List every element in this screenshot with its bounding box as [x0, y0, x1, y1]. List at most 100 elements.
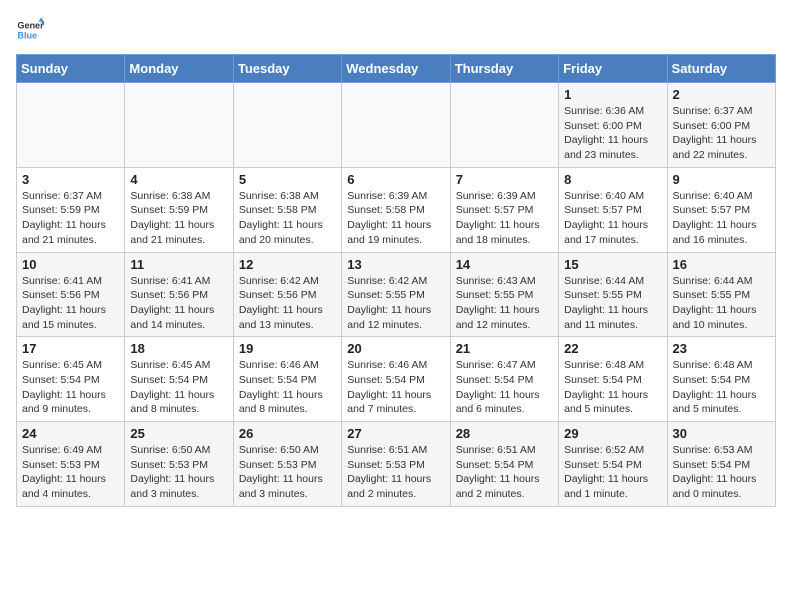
calendar-week-row: 24 Sunrise: 6:49 AM Sunset: 5:53 PM Dayli… [17, 422, 776, 507]
day-number: 12 [239, 257, 336, 272]
calendar-cell: 6Sunrise: 6:39 AM Sunset: 5:58 PM Daylig… [342, 167, 450, 252]
day-header-monday: Monday [125, 55, 233, 83]
calendar-cell: 8Sunrise: 6:40 AM Sunset: 5:57 PM Daylig… [559, 167, 667, 252]
day-number: 27 [347, 426, 444, 441]
calendar-cell: 26 Sunrise: 6:50 AM Sunset: 5:53 PM Dayli… [233, 422, 341, 507]
header: General Blue [16, 16, 776, 44]
calendar-week-row: 17 Sunrise: 6:45 AM Sunset: 5:54 PM Dayli… [17, 337, 776, 422]
day-detail: Sunrise: 6:40 AM Sunset: 5:57 PM Dayligh… [673, 189, 770, 248]
calendar-cell: 28 Sunrise: 6:51 AM Sunset: 5:54 PM Dayli… [450, 422, 558, 507]
calendar-cell: 22Sunrise: 6:48 AM Sunset: 5:54 PM Dayli… [559, 337, 667, 422]
svg-text:Blue: Blue [17, 30, 37, 40]
day-detail: Sunrise: 6:39 AM Sunset: 5:58 PM Dayligh… [347, 189, 444, 248]
day-number: 9 [673, 172, 770, 187]
svg-text:General: General [17, 21, 44, 31]
calendar-cell: 13 Sunrise: 6:42 AM Sunset: 5:55 PM Dayli… [342, 252, 450, 337]
calendar-cell: 21 Sunrise: 6:47 AM Sunset: 5:54 PM Dayli… [450, 337, 558, 422]
calendar-cell: 19Sunrise: 6:46 AM Sunset: 5:54 PM Dayli… [233, 337, 341, 422]
day-detail: Sunrise: 6:42 AM Sunset: 5:56 PM Dayligh… [239, 274, 336, 333]
day-number: 13 [347, 257, 444, 272]
calendar-cell: 20Sunrise: 6:46 AM Sunset: 5:54 PM Dayli… [342, 337, 450, 422]
day-number: 10 [22, 257, 119, 272]
day-detail: Sunrise: 6:52 AM Sunset: 5:54 PM Dayligh… [564, 443, 661, 502]
day-detail: Sunrise: 6:44 AM Sunset: 5:55 PM Dayligh… [673, 274, 770, 333]
calendar-cell [233, 83, 341, 168]
calendar-cell: 25Sunrise: 6:50 AM Sunset: 5:53 PM Dayli… [125, 422, 233, 507]
day-number: 16 [673, 257, 770, 272]
day-number: 14 [456, 257, 553, 272]
day-detail: Sunrise: 6:40 AM Sunset: 5:57 PM Dayligh… [564, 189, 661, 248]
logo: General Blue [16, 16, 44, 44]
day-detail: Sunrise: 6:37 AM Sunset: 6:00 PM Dayligh… [673, 104, 770, 163]
calendar-cell: 3 Sunrise: 6:37 AM Sunset: 5:59 PM Daylig… [17, 167, 125, 252]
calendar-cell: 16 Sunrise: 6:44 AM Sunset: 5:55 PM Dayli… [667, 252, 775, 337]
calendar-cell: 12 Sunrise: 6:42 AM Sunset: 5:56 PM Dayli… [233, 252, 341, 337]
day-detail: Sunrise: 6:38 AM Sunset: 5:58 PM Dayligh… [239, 189, 336, 248]
calendar-cell: 29 Sunrise: 6:52 AM Sunset: 5:54 PM Dayli… [559, 422, 667, 507]
day-detail: Sunrise: 6:50 AM Sunset: 5:53 PM Dayligh… [130, 443, 227, 502]
calendar-cell: 17Sunrise: 6:45 AM Sunset: 5:54 PM Dayli… [17, 337, 125, 422]
day-number: 23 [673, 341, 770, 356]
calendar-cell: 1 Sunrise: 6:36 AM Sunset: 6:00 PM Daylig… [559, 83, 667, 168]
calendar-cell: 24 Sunrise: 6:49 AM Sunset: 5:53 PM Dayli… [17, 422, 125, 507]
day-detail: Sunrise: 6:50 AM Sunset: 5:53 PM Dayligh… [239, 443, 336, 502]
day-header-sunday: Sunday [17, 55, 125, 83]
calendar-cell [450, 83, 558, 168]
day-detail: Sunrise: 6:46 AM Sunset: 5:54 PM Dayligh… [347, 358, 444, 417]
day-number: 30 [673, 426, 770, 441]
day-header-tuesday: Tuesday [233, 55, 341, 83]
calendar-week-row: 10 Sunrise: 6:41 AM Sunset: 5:56 PM Dayli… [17, 252, 776, 337]
day-number: 2 [673, 87, 770, 102]
calendar-cell [342, 83, 450, 168]
calendar-cell: 14 Sunrise: 6:43 AM Sunset: 5:55 PM Dayli… [450, 252, 558, 337]
calendar-cell: 2 Sunrise: 6:37 AM Sunset: 6:00 PM Daylig… [667, 83, 775, 168]
day-number: 3 [22, 172, 119, 187]
calendar-cell: 15Sunrise: 6:44 AM Sunset: 5:55 PM Dayli… [559, 252, 667, 337]
calendar: SundayMondayTuesdayWednesdayThursdayFrid… [16, 54, 776, 507]
day-detail: Sunrise: 6:48 AM Sunset: 5:54 PM Dayligh… [564, 358, 661, 417]
calendar-week-row: 3 Sunrise: 6:37 AM Sunset: 5:59 PM Daylig… [17, 167, 776, 252]
logo-icon: General Blue [16, 16, 44, 44]
calendar-cell: 11 Sunrise: 6:41 AM Sunset: 5:56 PM Dayli… [125, 252, 233, 337]
day-header-thursday: Thursday [450, 55, 558, 83]
day-number: 28 [456, 426, 553, 441]
day-detail: Sunrise: 6:38 AM Sunset: 5:59 PM Dayligh… [130, 189, 227, 248]
day-detail: Sunrise: 6:41 AM Sunset: 5:56 PM Dayligh… [22, 274, 119, 333]
day-detail: Sunrise: 6:49 AM Sunset: 5:53 PM Dayligh… [22, 443, 119, 502]
calendar-week-row: 1 Sunrise: 6:36 AM Sunset: 6:00 PM Daylig… [17, 83, 776, 168]
day-detail: Sunrise: 6:53 AM Sunset: 5:54 PM Dayligh… [673, 443, 770, 502]
calendar-cell [125, 83, 233, 168]
day-detail: Sunrise: 6:47 AM Sunset: 5:54 PM Dayligh… [456, 358, 553, 417]
calendar-cell: 7 Sunrise: 6:39 AM Sunset: 5:57 PM Daylig… [450, 167, 558, 252]
day-detail: Sunrise: 6:42 AM Sunset: 5:55 PM Dayligh… [347, 274, 444, 333]
day-detail: Sunrise: 6:45 AM Sunset: 5:54 PM Dayligh… [130, 358, 227, 417]
calendar-cell: 5Sunrise: 6:38 AM Sunset: 5:58 PM Daylig… [233, 167, 341, 252]
day-number: 26 [239, 426, 336, 441]
day-number: 24 [22, 426, 119, 441]
day-detail: Sunrise: 6:51 AM Sunset: 5:53 PM Dayligh… [347, 443, 444, 502]
calendar-cell: 10 Sunrise: 6:41 AM Sunset: 5:56 PM Dayli… [17, 252, 125, 337]
day-detail: Sunrise: 6:51 AM Sunset: 5:54 PM Dayligh… [456, 443, 553, 502]
day-detail: Sunrise: 6:48 AM Sunset: 5:54 PM Dayligh… [673, 358, 770, 417]
day-number: 18 [130, 341, 227, 356]
day-number: 21 [456, 341, 553, 356]
day-header-wednesday: Wednesday [342, 55, 450, 83]
day-number: 11 [130, 257, 227, 272]
day-number: 7 [456, 172, 553, 187]
day-detail: Sunrise: 6:39 AM Sunset: 5:57 PM Dayligh… [456, 189, 553, 248]
calendar-cell: 30 Sunrise: 6:53 AM Sunset: 5:54 PM Dayli… [667, 422, 775, 507]
day-number: 29 [564, 426, 661, 441]
day-detail: Sunrise: 6:44 AM Sunset: 5:55 PM Dayligh… [564, 274, 661, 333]
day-number: 17 [22, 341, 119, 356]
day-header-saturday: Saturday [667, 55, 775, 83]
calendar-cell: 27 Sunrise: 6:51 AM Sunset: 5:53 PM Dayli… [342, 422, 450, 507]
day-number: 1 [564, 87, 661, 102]
day-detail: Sunrise: 6:41 AM Sunset: 5:56 PM Dayligh… [130, 274, 227, 333]
calendar-cell: 9 Sunrise: 6:40 AM Sunset: 5:57 PM Daylig… [667, 167, 775, 252]
calendar-header-row: SundayMondayTuesdayWednesdayThursdayFrid… [17, 55, 776, 83]
day-detail: Sunrise: 6:43 AM Sunset: 5:55 PM Dayligh… [456, 274, 553, 333]
day-detail: Sunrise: 6:37 AM Sunset: 5:59 PM Dayligh… [22, 189, 119, 248]
day-detail: Sunrise: 6:46 AM Sunset: 5:54 PM Dayligh… [239, 358, 336, 417]
calendar-cell: 4Sunrise: 6:38 AM Sunset: 5:59 PM Daylig… [125, 167, 233, 252]
day-detail: Sunrise: 6:36 AM Sunset: 6:00 PM Dayligh… [564, 104, 661, 163]
